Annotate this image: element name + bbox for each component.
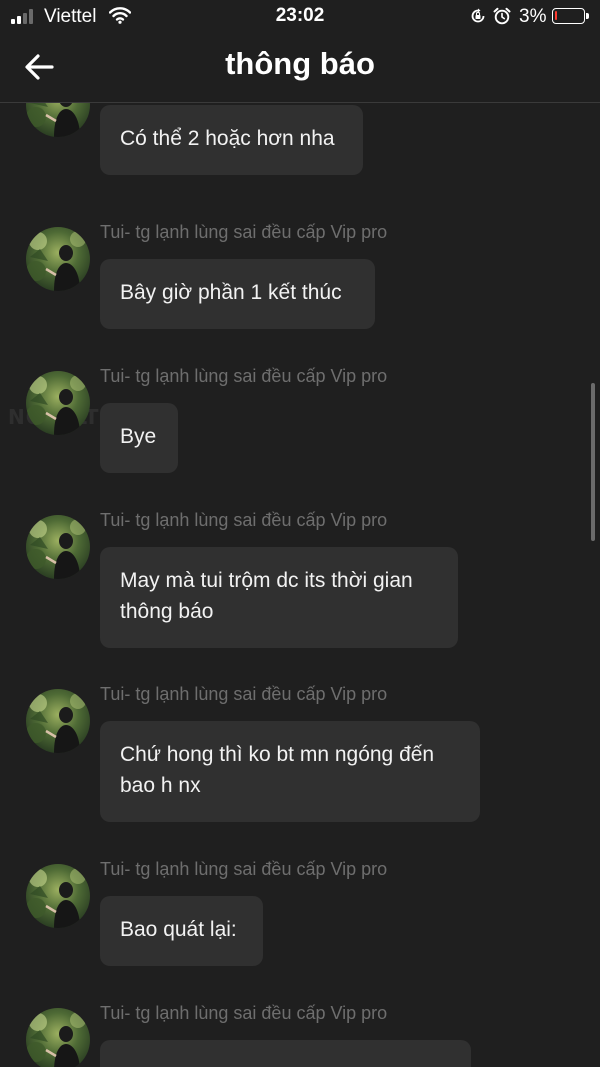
message-bubble[interactable]	[100, 1040, 471, 1067]
message-text: Bye	[120, 425, 157, 448]
battery-percent: 3%	[519, 6, 547, 27]
scrollbar[interactable]	[591, 383, 595, 541]
message-author: Tui- tg lạnh lùng sai đều cấp Vip pro	[100, 366, 388, 386]
rotation-lock-icon	[471, 8, 485, 23]
message-author: Tui- tg lạnh lùng sai đều cấp Vip pro	[100, 510, 388, 530]
message-text: May mà tui trộm dc its thời gian	[120, 569, 413, 592]
message-text: Bây giờ phần 1 kết thúc	[120, 281, 342, 304]
message-text: Chứ hong thì ko bt mn ngóng đến	[120, 743, 435, 766]
page-title: thông báo	[225, 46, 375, 81]
header: thông báo	[0, 34, 600, 103]
avatar[interactable]	[26, 689, 90, 753]
message-bubble[interactable]: May mà tui trộm dc its thời gian thông bá…	[100, 547, 458, 648]
alarm-icon	[493, 7, 511, 25]
message-author: Tui- tg lạnh lùng sai đều cấp Vip pro	[100, 684, 388, 704]
message-author: Tui- tg lạnh lùng sai đều cấp Vip pro	[100, 1003, 388, 1023]
battery-level	[555, 11, 557, 20]
message-bubble[interactable]: Bây giờ phần 1 kết thúc	[100, 259, 375, 329]
avatar[interactable]	[26, 515, 90, 579]
avatar[interactable]	[26, 103, 90, 137]
status-bar: Viettel 23:02 3%	[0, 0, 600, 34]
avatar[interactable]	[26, 227, 90, 291]
avatar[interactable]	[26, 371, 90, 435]
message-author: Tui- tg lạnh lùng sai đều cấp Vip pro	[100, 859, 388, 879]
message-author: Tui- tg lạnh lùng sai đều cấp Vip pro	[100, 222, 388, 242]
avatar[interactable]	[26, 1008, 90, 1067]
avatar[interactable]	[26, 864, 90, 928]
message-bubble[interactable]: Bye	[100, 403, 178, 473]
message-bubble[interactable]: Có thể 2 hoặc hơn nha	[100, 105, 363, 175]
message-text: bao h nx	[120, 774, 201, 797]
message-text: Có thể 2 hoặc hơn nha	[120, 127, 335, 150]
battery-icon	[552, 8, 585, 24]
battery-terminal	[586, 13, 589, 19]
message-text: Bao quát lại:	[120, 918, 237, 941]
message-bubble[interactable]: Chứ hong thì ko bt mn ngóng đến bao h nx	[100, 721, 480, 822]
message-list[interactable]: NOVELTOON Có thể 2 hoặc hơn nhaTui- tg l…	[0, 103, 600, 1067]
message-bubble[interactable]: Bao quát lại:	[100, 896, 263, 966]
message-text: thông báo	[120, 600, 214, 623]
